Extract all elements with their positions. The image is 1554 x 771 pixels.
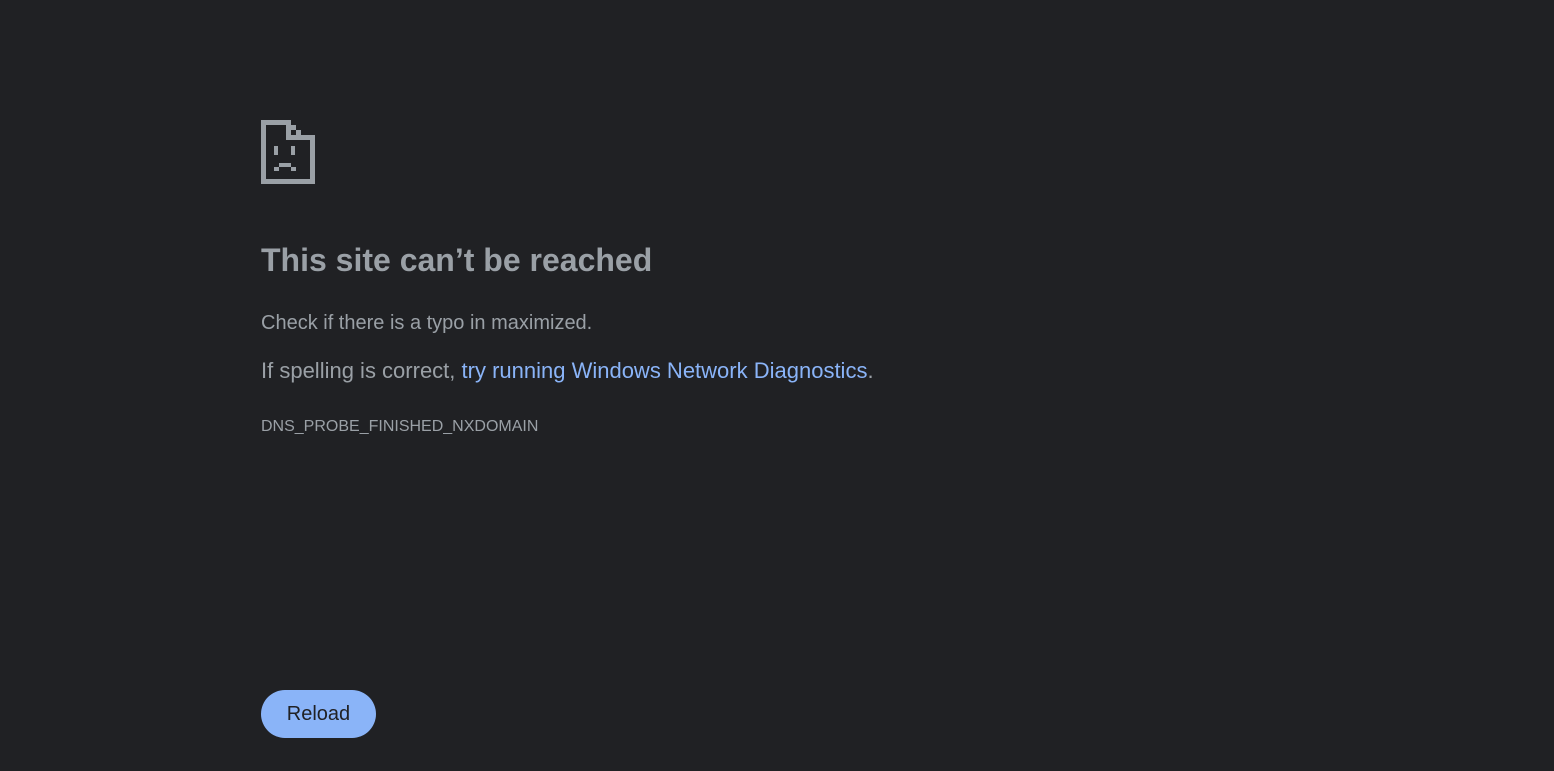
- page-title: This site can’t be reached: [261, 242, 653, 278]
- error-code: DNS_PROBE_FINISHED_NXDOMAIN: [261, 418, 539, 435]
- spelling-suffix-text: .: [867, 358, 874, 383]
- sad-document-icon: [261, 120, 315, 184]
- spelling-suggestion: If spelling is correct, try running Wind…: [261, 356, 874, 386]
- network-diagnostics-link[interactable]: try running Windows Network Diagnostics: [462, 358, 868, 383]
- error-page: This site can’t be reached Check if ther…: [0, 0, 1554, 771]
- spelling-prefix-text: If spelling is correct,: [261, 358, 462, 383]
- reload-button[interactable]: Reload: [261, 690, 376, 738]
- typo-suggestion: Check if there is a typo in maximized.: [261, 312, 593, 334]
